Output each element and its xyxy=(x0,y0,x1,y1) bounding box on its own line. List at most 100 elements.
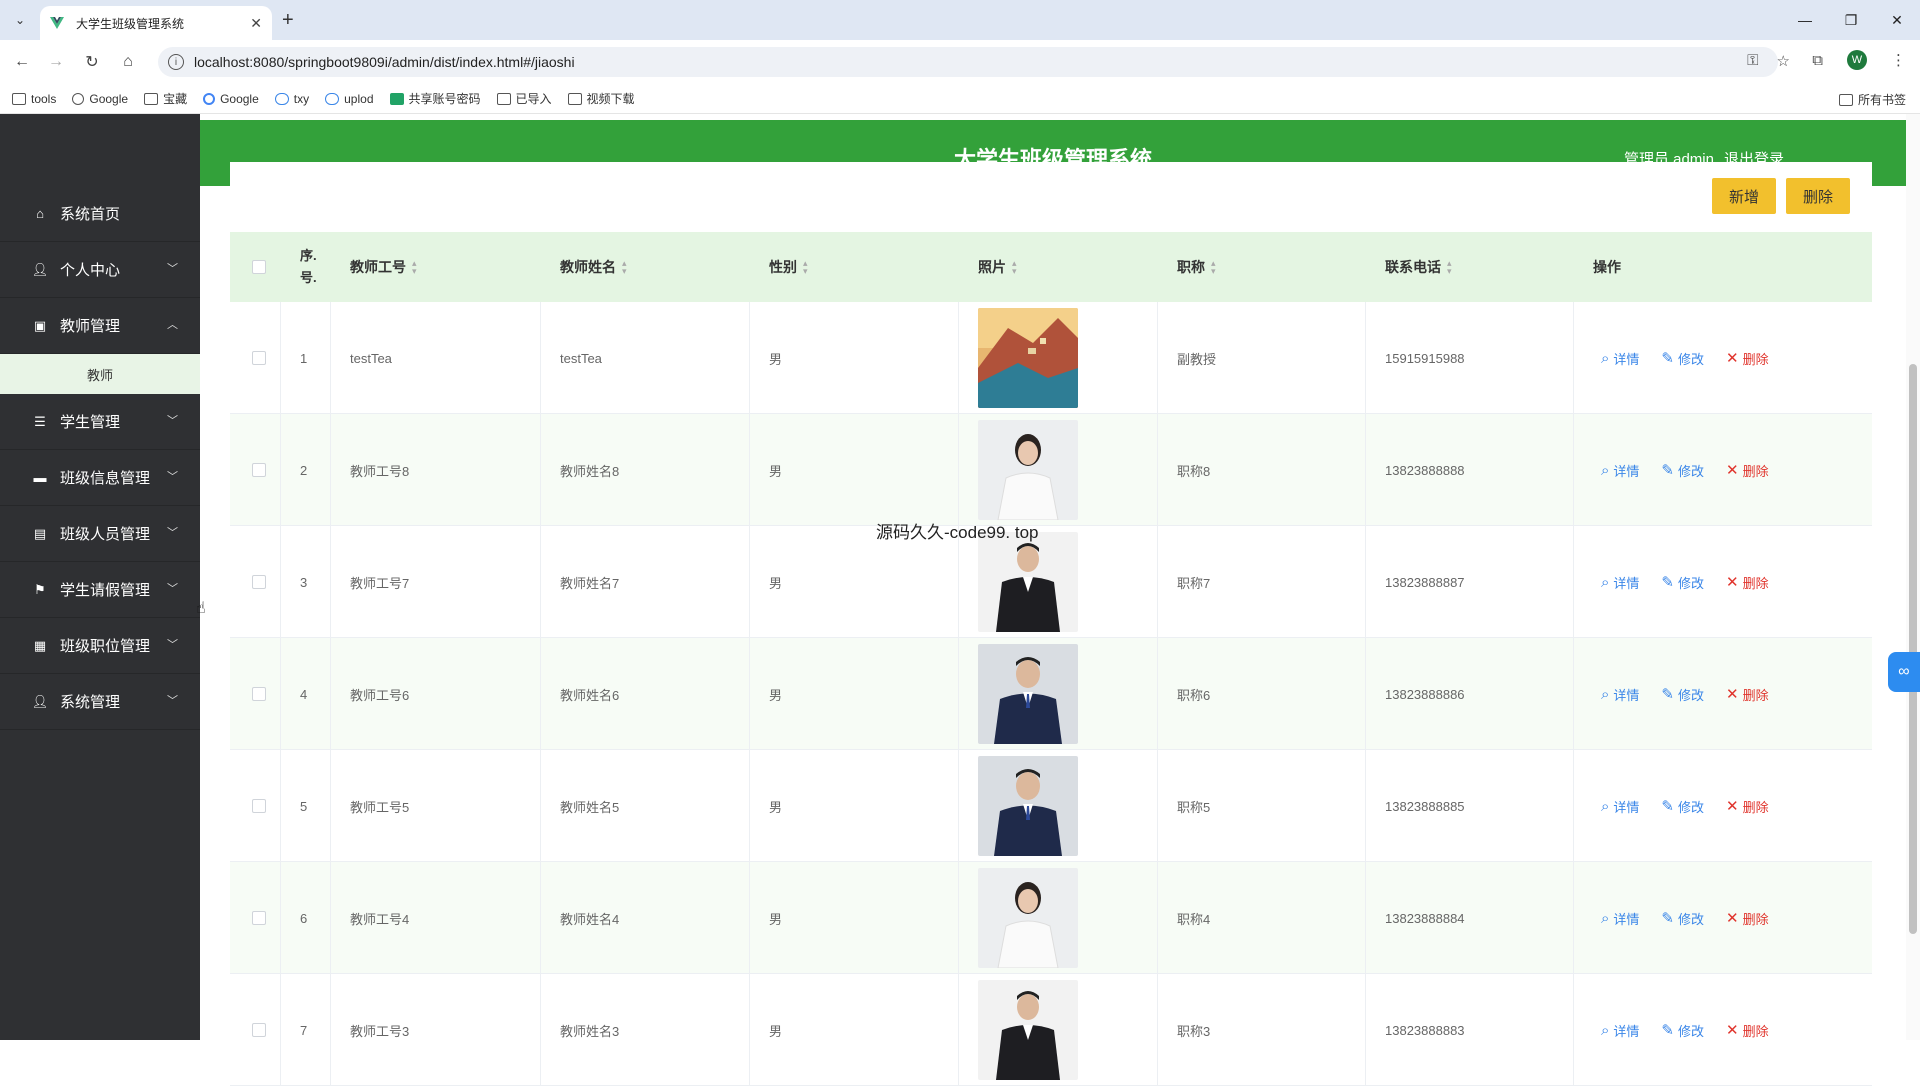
key-icon[interactable]: ⚿ xyxy=(1747,52,1758,70)
row-teacher-name: 教师姓名7 xyxy=(560,575,620,591)
sort-icon[interactable]: ▴ ▾ xyxy=(622,259,627,276)
browser-tab[interactable]: 大学生班级管理系统 ✕ xyxy=(40,6,272,40)
teacher-photo[interactable] xyxy=(978,532,1078,632)
submenu-item-teacher[interactable]: 教师 xyxy=(0,354,200,394)
profile-avatar[interactable]: W xyxy=(1847,50,1867,70)
tab-close-icon[interactable]: ✕ xyxy=(250,15,262,32)
bookmark-item[interactable]: Google xyxy=(203,92,259,106)
url-field[interactable]: i localhost:8080/springboot9809i/admin/d… xyxy=(158,47,1778,77)
col-photo[interactable]: 照片 ▴ ▾ xyxy=(978,232,1017,302)
sidebar-item-teacher[interactable]: ▣ 教师管理 ︿ xyxy=(0,298,200,354)
teacher-photo[interactable] xyxy=(978,868,1078,968)
row-photo[interactable] xyxy=(978,750,1078,862)
col-title[interactable]: 职称 ▴ ▾ xyxy=(1177,232,1216,302)
close-window-icon[interactable]: ✕ xyxy=(1874,0,1920,40)
browser-menu-icon[interactable]: ⋮ xyxy=(1891,51,1906,69)
delete-button[interactable]: 删除 xyxy=(1786,178,1850,214)
delete-row-button[interactable]: ✕ 删除 xyxy=(1726,1021,1769,1040)
edit-button[interactable]: ✎ 修改 xyxy=(1661,685,1704,704)
delete-row-button[interactable]: ✕ 删除 xyxy=(1726,909,1769,928)
sort-icon[interactable]: ▴ ▾ xyxy=(1447,259,1452,276)
col-phone[interactable]: 联系电话 ▴ ▾ xyxy=(1385,232,1452,302)
all-bookmarks[interactable]: 所有书签 xyxy=(1838,91,1906,108)
bookmark-item[interactable]: 共享账号密码 xyxy=(389,90,481,107)
row-teacher-name: testTea xyxy=(560,350,602,366)
edit-button[interactable]: ✎ 修改 xyxy=(1661,349,1704,368)
edit-button[interactable]: ✎ 修改 xyxy=(1661,573,1704,592)
teacher-photo[interactable] xyxy=(978,644,1078,744)
row-checkbox[interactable] xyxy=(252,302,266,414)
row-checkbox[interactable] xyxy=(252,526,266,638)
delete-row-button[interactable]: ✕ 删除 xyxy=(1726,797,1769,816)
bookmark-item[interactable]: 宝藏 xyxy=(144,90,187,107)
row-photo[interactable] xyxy=(978,414,1078,526)
row-checkbox[interactable] xyxy=(252,862,266,974)
edit-button[interactable]: ✎ 修改 xyxy=(1661,1021,1704,1040)
sidebar-item-leave[interactable]: ⚑ 学生请假管理 ﹀ xyxy=(0,562,200,618)
row-photo[interactable] xyxy=(978,974,1078,1086)
row-checkbox[interactable] xyxy=(252,974,266,1086)
scrollbar-thumb[interactable] xyxy=(1909,364,1917,934)
restore-icon[interactable]: ❐ xyxy=(1828,0,1874,40)
add-button[interactable]: 新增 xyxy=(1712,178,1776,214)
select-all-checkbox[interactable] xyxy=(252,232,266,302)
sidebar-item-positions[interactable]: ▦ 班级职位管理 ﹀ xyxy=(0,618,200,674)
back-icon[interactable]: ← xyxy=(10,50,34,74)
extensions-icon[interactable]: ⧉ xyxy=(1812,52,1823,69)
detail-button[interactable]: ⌕ 详情 xyxy=(1601,461,1639,480)
bookmark-item[interactable]: txy xyxy=(274,92,309,106)
new-tab-button[interactable]: + xyxy=(282,8,294,32)
sidebar-item-student[interactable]: ☰ 学生管理 ﹀ xyxy=(0,394,200,450)
detail-button[interactable]: ⌕ 详情 xyxy=(1601,685,1639,704)
edit-button[interactable]: ✎ 修改 xyxy=(1661,461,1704,480)
sort-icon[interactable]: ▴ ▾ xyxy=(1012,259,1017,276)
delete-row-button[interactable]: ✕ 删除 xyxy=(1726,573,1769,592)
edit-button[interactable]: ✎ 修改 xyxy=(1661,909,1704,928)
bookmark-item[interactable]: uplod xyxy=(325,92,374,106)
detail-button[interactable]: ⌕ 详情 xyxy=(1601,349,1639,368)
row-photo[interactable] xyxy=(978,862,1078,974)
col-teacher-id[interactable]: 教师工号 ▴ ▾ xyxy=(350,232,417,302)
bookmark-star-icon[interactable]: ☆ xyxy=(1777,52,1790,70)
detail-button[interactable]: ⌕ 详情 xyxy=(1601,573,1639,592)
edit-button[interactable]: ✎ 修改 xyxy=(1661,797,1704,816)
teacher-photo[interactable] xyxy=(978,980,1078,1080)
sidebar-item-class-members[interactable]: ▤ 班级人员管理 ﹀ xyxy=(0,506,200,562)
teacher-photo[interactable] xyxy=(978,308,1078,408)
site-info-icon[interactable]: i xyxy=(168,54,184,70)
teacher-photo[interactable] xyxy=(978,420,1078,520)
home-icon[interactable]: ⌂ xyxy=(116,50,140,74)
col-gender[interactable]: 性别 ▴ ▾ xyxy=(769,232,808,302)
bookmark-item[interactable]: Google xyxy=(72,92,128,106)
row-photo[interactable] xyxy=(978,638,1078,750)
sort-icon[interactable]: ▴ ▾ xyxy=(412,259,417,276)
row-checkbox[interactable] xyxy=(252,414,266,526)
page-scrollbar[interactable] xyxy=(1906,114,1920,1040)
row-checkbox[interactable] xyxy=(252,638,266,750)
tab-search-icon[interactable]: ⌄ xyxy=(8,8,32,32)
forward-icon[interactable]: → xyxy=(44,50,68,74)
chevron-down-icon: ﹀ xyxy=(167,583,178,595)
col-teacher-name[interactable]: 教师姓名 ▴ ▾ xyxy=(560,232,627,302)
row-photo[interactable] xyxy=(978,302,1078,414)
delete-row-button[interactable]: ✕ 删除 xyxy=(1726,685,1769,704)
sidebar-item-system[interactable]: 👤︎ 系统管理 ﹀ xyxy=(0,674,200,730)
reload-icon[interactable]: ↻ xyxy=(80,50,104,74)
detail-button[interactable]: ⌕ 详情 xyxy=(1601,797,1639,816)
sidebar-item-class-info[interactable]: ▬ 班级信息管理 ﹀ xyxy=(0,450,200,506)
sidebar-item-home[interactable]: ⌂ 系统首页 xyxy=(0,186,200,242)
sidebar-item-profile[interactable]: 👤︎ 个人中心 ﹀ xyxy=(0,242,200,298)
sort-icon[interactable]: ▴ ▾ xyxy=(803,259,808,276)
bookmark-item[interactable]: tools xyxy=(12,92,56,106)
assistant-float-icon[interactable]: ∞ xyxy=(1888,652,1920,692)
row-checkbox[interactable] xyxy=(252,750,266,862)
detail-button[interactable]: ⌕ 详情 xyxy=(1601,1021,1639,1040)
detail-button[interactable]: ⌕ 详情 xyxy=(1601,909,1639,928)
delete-row-button[interactable]: ✕ 删除 xyxy=(1726,461,1769,480)
delete-row-button[interactable]: ✕ 删除 xyxy=(1726,349,1769,368)
sort-icon[interactable]: ▴ ▾ xyxy=(1211,259,1216,276)
minimize-icon[interactable]: — xyxy=(1782,0,1828,40)
bookmark-item[interactable]: 视频下载 xyxy=(567,90,635,107)
teacher-photo[interactable] xyxy=(978,756,1078,856)
bookmark-item[interactable]: 已导入 xyxy=(496,90,552,107)
